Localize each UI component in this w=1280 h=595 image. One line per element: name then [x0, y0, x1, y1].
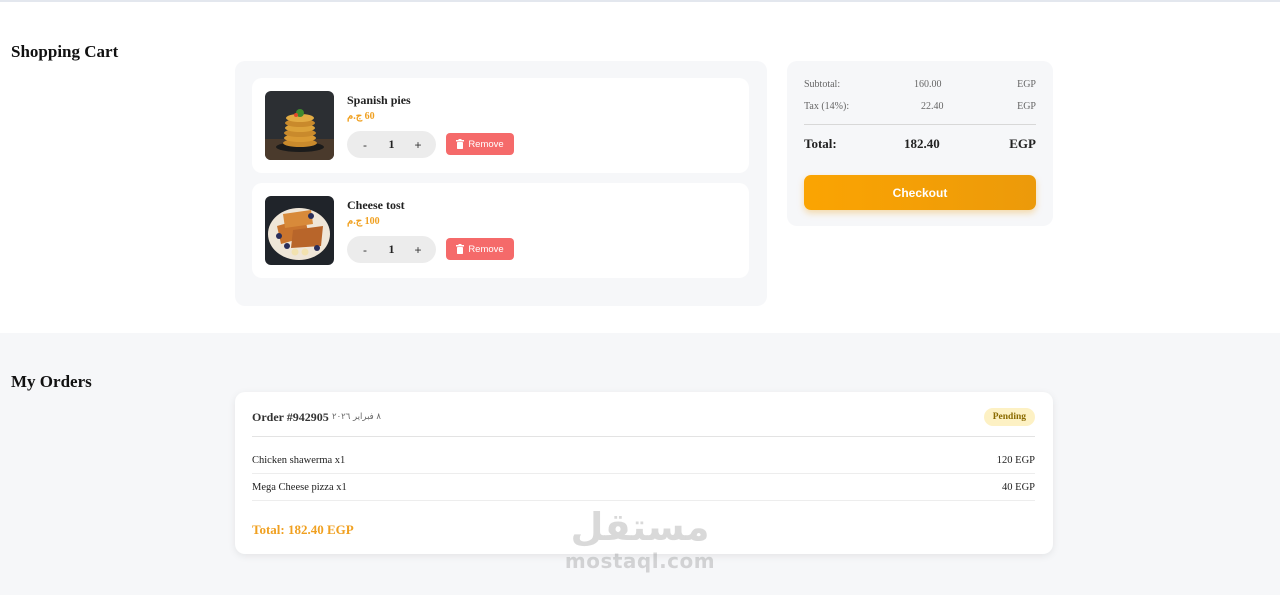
order-item-name: Mega Cheese pizza x1 — [252, 482, 347, 493]
orders-section: My Orders Order #942905 ٨ فبراير ٢٠٢٦ Pe… — [0, 333, 1280, 595]
subtotal-value: 160.00 — [914, 79, 942, 90]
product-image — [265, 196, 334, 265]
cart-item: Spanish pies 60 ج.م - 1 + Remove — [252, 78, 749, 173]
total-currency: EGP — [1009, 136, 1036, 151]
quantity-stepper: - 1 + — [347, 131, 436, 158]
remove-button[interactable]: Remove — [446, 133, 514, 155]
order-date: ٨ فبراير ٢٠٢٦ — [332, 412, 381, 422]
order-total: Total: 182.40 EGP — [252, 522, 354, 537]
subtotal-currency: EGP — [1017, 79, 1036, 90]
total-value: 182.40 — [904, 136, 940, 151]
tax-label: Tax (14%): — [804, 101, 850, 112]
remove-label: Remove — [468, 138, 504, 150]
item-price: 100 ج.م — [347, 216, 380, 227]
quantity-stepper: - 1 + — [347, 236, 436, 263]
cart-section: Shopping Cart Spanish pies 60 ج.م - 1 + … — [0, 2, 1280, 333]
order-item-price: 120 EGP — [996, 455, 1035, 466]
order-card: Order #942905 ٨ فبراير ٢٠٢٦ Pending Chic… — [235, 392, 1053, 554]
trash-icon — [456, 139, 465, 149]
cart-title: Shopping Cart — [11, 42, 119, 61]
orders-title: My Orders — [11, 372, 92, 391]
cart-items-panel: Spanish pies 60 ج.م - 1 + Remove Cheese … — [235, 61, 767, 306]
item-price: 60 ج.م — [347, 111, 375, 122]
trash-icon — [456, 244, 465, 254]
remove-button[interactable]: Remove — [446, 238, 514, 260]
status-badge: Pending — [983, 408, 1035, 426]
product-image — [265, 91, 334, 160]
increment-button[interactable]: + — [413, 138, 423, 152]
summary-divider — [804, 124, 1036, 125]
checkout-button[interactable]: Checkout — [804, 175, 1036, 210]
subtotal-label: Subtotal: — [804, 79, 841, 90]
decrement-button[interactable]: - — [360, 138, 370, 152]
quantity-value: 1 — [388, 137, 395, 151]
item-name: Cheese tost — [347, 198, 405, 212]
tax-currency: EGP — [1017, 101, 1036, 112]
tax-value: 22.40 — [921, 101, 944, 112]
order-line-item: Chicken shawerma x1 120 EGP — [252, 448, 1035, 474]
order-item-price: 40 EGP — [1002, 482, 1035, 493]
item-name: Spanish pies — [347, 93, 411, 107]
remove-label: Remove — [468, 243, 504, 255]
order-divider — [252, 436, 1035, 437]
order-id: Order #942905 — [252, 410, 329, 424]
total-label: Total: — [804, 136, 837, 151]
decrement-button[interactable]: - — [360, 243, 370, 257]
order-item-name: Chicken shawerma x1 — [252, 455, 346, 466]
order-line-item: Mega Cheese pizza x1 40 EGP — [252, 475, 1035, 501]
quantity-value: 1 — [388, 242, 395, 256]
increment-button[interactable]: + — [413, 243, 423, 257]
order-summary: Subtotal: 160.00 EGP Tax (14%): 22.40 EG… — [787, 61, 1053, 226]
cart-item: Cheese tost 100 ج.م - 1 + Remove — [252, 183, 749, 278]
